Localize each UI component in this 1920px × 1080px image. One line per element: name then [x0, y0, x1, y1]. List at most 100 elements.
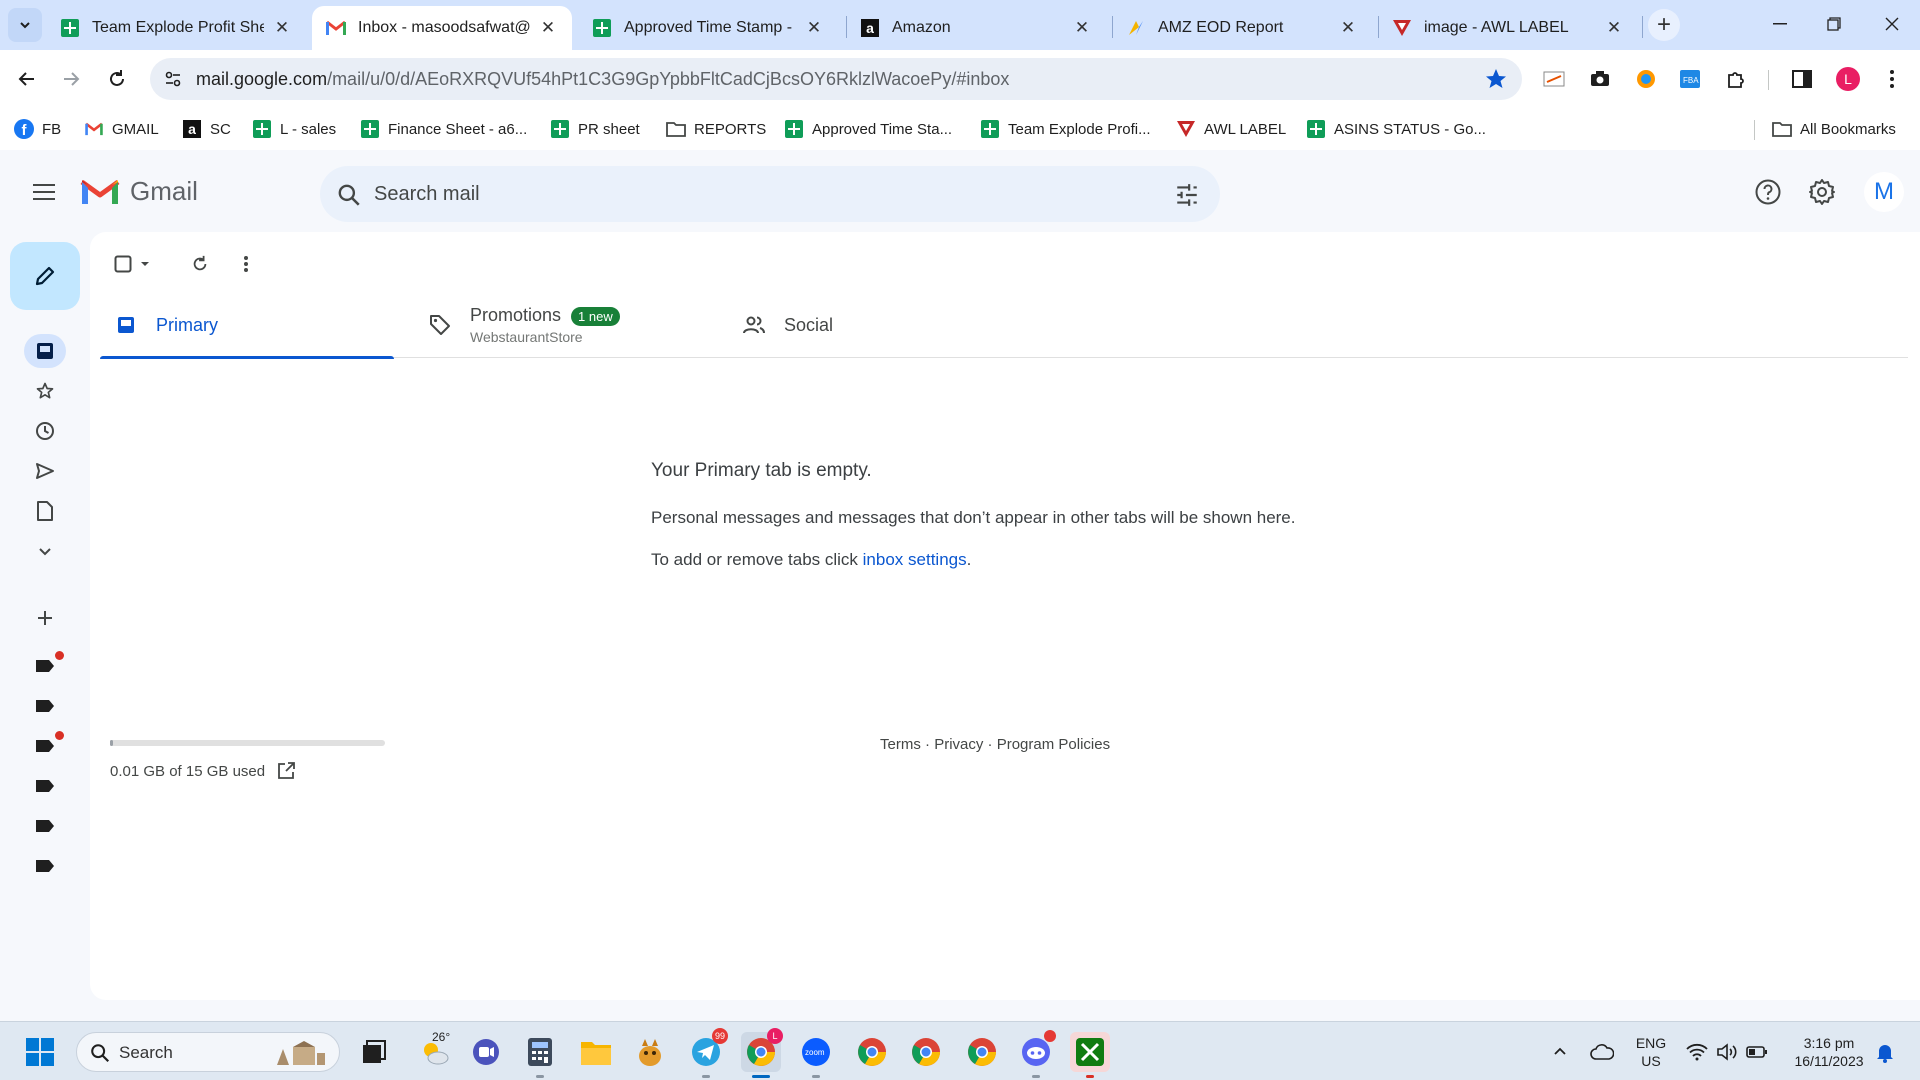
sidebar-label-6[interactable]	[24, 849, 66, 883]
address-bar[interactable]: mail.google.com/mail/u/0/d/AEoRXRQVUf54h…	[150, 58, 1522, 100]
sidebar-item-inbox[interactable]	[24, 334, 66, 368]
star-icon[interactable]	[1484, 67, 1508, 91]
taskbar-zoom[interactable]: zoom	[796, 1032, 836, 1078]
back-button[interactable]	[8, 60, 46, 98]
close-icon[interactable]: ✕	[1604, 18, 1624, 38]
bookmark-asins-status[interactable]: ASINS STATUS - Go...	[1306, 117, 1486, 141]
taskbar-xbox[interactable]	[1070, 1032, 1110, 1078]
sidebar-label-4[interactable]	[24, 769, 66, 803]
empty-state-message: Personal messages and messages that don’…	[651, 508, 1296, 527]
fba-extension-icon[interactable]: FBA	[1678, 67, 1702, 91]
notifications-button[interactable]	[1868, 1032, 1902, 1072]
clock[interactable]: 3:16 pm 16/11/2023	[1782, 1034, 1876, 1070]
create-label-button[interactable]	[24, 601, 66, 635]
more-menu-icon[interactable]	[1880, 67, 1904, 91]
taskbar-weather[interactable]: 26°	[414, 1030, 454, 1072]
bookmark-fb[interactable]: f FB	[14, 117, 61, 141]
language-indicator[interactable]: ENG US	[1630, 1034, 1672, 1070]
reload-button[interactable]	[98, 60, 136, 98]
taskbar-search[interactable]: Search	[76, 1032, 340, 1072]
camera-extension-icon[interactable]	[1588, 67, 1612, 91]
close-window-button[interactable]	[1864, 0, 1920, 48]
close-icon[interactable]: ✕	[1338, 18, 1358, 38]
minimize-button[interactable]	[1752, 0, 1808, 48]
sidebar-item-more[interactable]	[24, 534, 66, 568]
bookmark-pr-sheet[interactable]: PR sheet	[550, 117, 640, 141]
sidebar-item-snoozed[interactable]	[24, 414, 66, 448]
taskbar-chrome-active[interactable]: L	[741, 1028, 783, 1078]
browser-tab-awl-label[interactable]: image - AWL LABEL ✕	[1378, 6, 1638, 50]
restore-button[interactable]	[1806, 0, 1862, 48]
tab-search-button[interactable]	[8, 8, 42, 42]
new-tab-button[interactable]: +	[1648, 9, 1680, 41]
privacy-link[interactable]: Privacy	[934, 736, 983, 753]
all-bookmarks[interactable]: All Bookmarks	[1772, 117, 1896, 141]
taskbar-discord[interactable]	[1016, 1030, 1056, 1078]
main-menu-button[interactable]	[24, 172, 64, 212]
taskbar-chrome-4[interactable]	[962, 1032, 1002, 1072]
taskbar-telegram[interactable]: 99	[686, 1028, 728, 1078]
close-icon[interactable]: ✕	[538, 18, 558, 38]
browser-tab-approved-time-stamp[interactable]: Approved Time Stamp - Google Sheets ✕	[578, 6, 838, 50]
site-info-icon[interactable]	[162, 68, 184, 90]
taskbar-app-pet[interactable]	[630, 1032, 670, 1072]
bookmark-finance-sheet[interactable]: Finance Sheet - a6...	[360, 117, 527, 141]
search-input[interactable]: Search mail	[374, 183, 480, 206]
browser-tab-amazon[interactable]: a Amazon ✕	[846, 6, 1106, 50]
bookmark-team-explode[interactable]: Team Explode Profi...	[980, 117, 1151, 141]
taskbar-teams[interactable]	[466, 1032, 506, 1072]
support-button[interactable]	[1750, 174, 1786, 210]
inbox-settings-link[interactable]: inbox settings	[863, 550, 967, 569]
close-icon[interactable]: ✕	[272, 18, 292, 38]
browser-tab-amz-eod[interactable]: AMZ EOD Report ✕	[1112, 6, 1372, 50]
open-in-new-icon[interactable]	[277, 762, 296, 780]
search-mail-bar[interactable]: Search mail	[320, 166, 1220, 222]
side-panel-icon[interactable]	[1790, 67, 1814, 91]
more-actions-button[interactable]	[230, 248, 262, 280]
tab-social[interactable]: Social	[728, 292, 1022, 358]
refresh-button[interactable]	[184, 248, 216, 280]
sidebar-label-2[interactable]	[24, 689, 66, 723]
onedrive-tray[interactable]	[1584, 1032, 1620, 1072]
taskbar-chrome-2[interactable]	[852, 1032, 892, 1072]
bookmark-l-sales[interactable]: L - sales	[252, 117, 336, 141]
taskbar-file-explorer[interactable]	[576, 1032, 616, 1072]
bookmark-folder-reports[interactable]: REPORTS	[666, 117, 766, 141]
profile-avatar[interactable]: L	[1836, 67, 1860, 91]
sidebar-label-5[interactable]	[24, 809, 66, 843]
close-icon[interactable]: ✕	[804, 18, 824, 38]
bookmark-gmail[interactable]: GMAIL	[84, 117, 159, 141]
bookmark-approved-time[interactable]: Approved Time Sta...	[784, 117, 952, 141]
program-policies-link[interactable]: Program Policies	[997, 736, 1110, 753]
tab-primary[interactable]: Primary	[100, 292, 394, 359]
tab-promotions[interactable]: Promotions 1 new WebstaurantStore	[414, 292, 708, 358]
gmail-logo[interactable]: Gmail	[80, 174, 198, 208]
wifi-tray[interactable]	[1680, 1032, 1714, 1072]
sidebar-item-drafts[interactable]	[24, 494, 66, 528]
extension-icon[interactable]	[1542, 67, 1566, 91]
task-view-button[interactable]	[354, 1032, 394, 1072]
terms-link[interactable]: Terms	[880, 736, 921, 753]
account-avatar[interactable]: M	[1864, 172, 1904, 212]
start-button[interactable]	[20, 1032, 60, 1072]
battery-tray[interactable]	[1740, 1032, 1774, 1072]
browser-tab-inbox[interactable]: Inbox - masoodsafwat@gmail.com ✕	[312, 6, 572, 50]
close-icon[interactable]: ✕	[1072, 18, 1092, 38]
taskbar-calculator[interactable]	[520, 1032, 560, 1078]
search-icon[interactable]	[336, 182, 362, 208]
forward-button[interactable]	[52, 60, 90, 98]
taskbar-chrome-3[interactable]	[906, 1032, 946, 1072]
bookmark-sc[interactable]: a SC	[182, 117, 231, 141]
sidebar-item-sent[interactable]	[24, 454, 66, 488]
sidebar-item-starred[interactable]	[24, 374, 66, 408]
browser-tab-team-explode[interactable]: Team Explode Profit Sheet ✕	[46, 6, 306, 50]
show-hidden-icons[interactable]	[1542, 1032, 1578, 1072]
settings-button[interactable]	[1804, 174, 1840, 210]
keepa-extension-icon[interactable]	[1634, 67, 1658, 91]
search-options-icon[interactable]	[1174, 182, 1200, 208]
volume-tray[interactable]	[1710, 1032, 1744, 1072]
compose-button[interactable]	[10, 242, 80, 310]
select-checkbox[interactable]	[108, 248, 156, 280]
bookmark-awl-label[interactable]: AWL LABEL	[1176, 117, 1286, 141]
extensions-puzzle-icon[interactable]	[1724, 67, 1748, 91]
